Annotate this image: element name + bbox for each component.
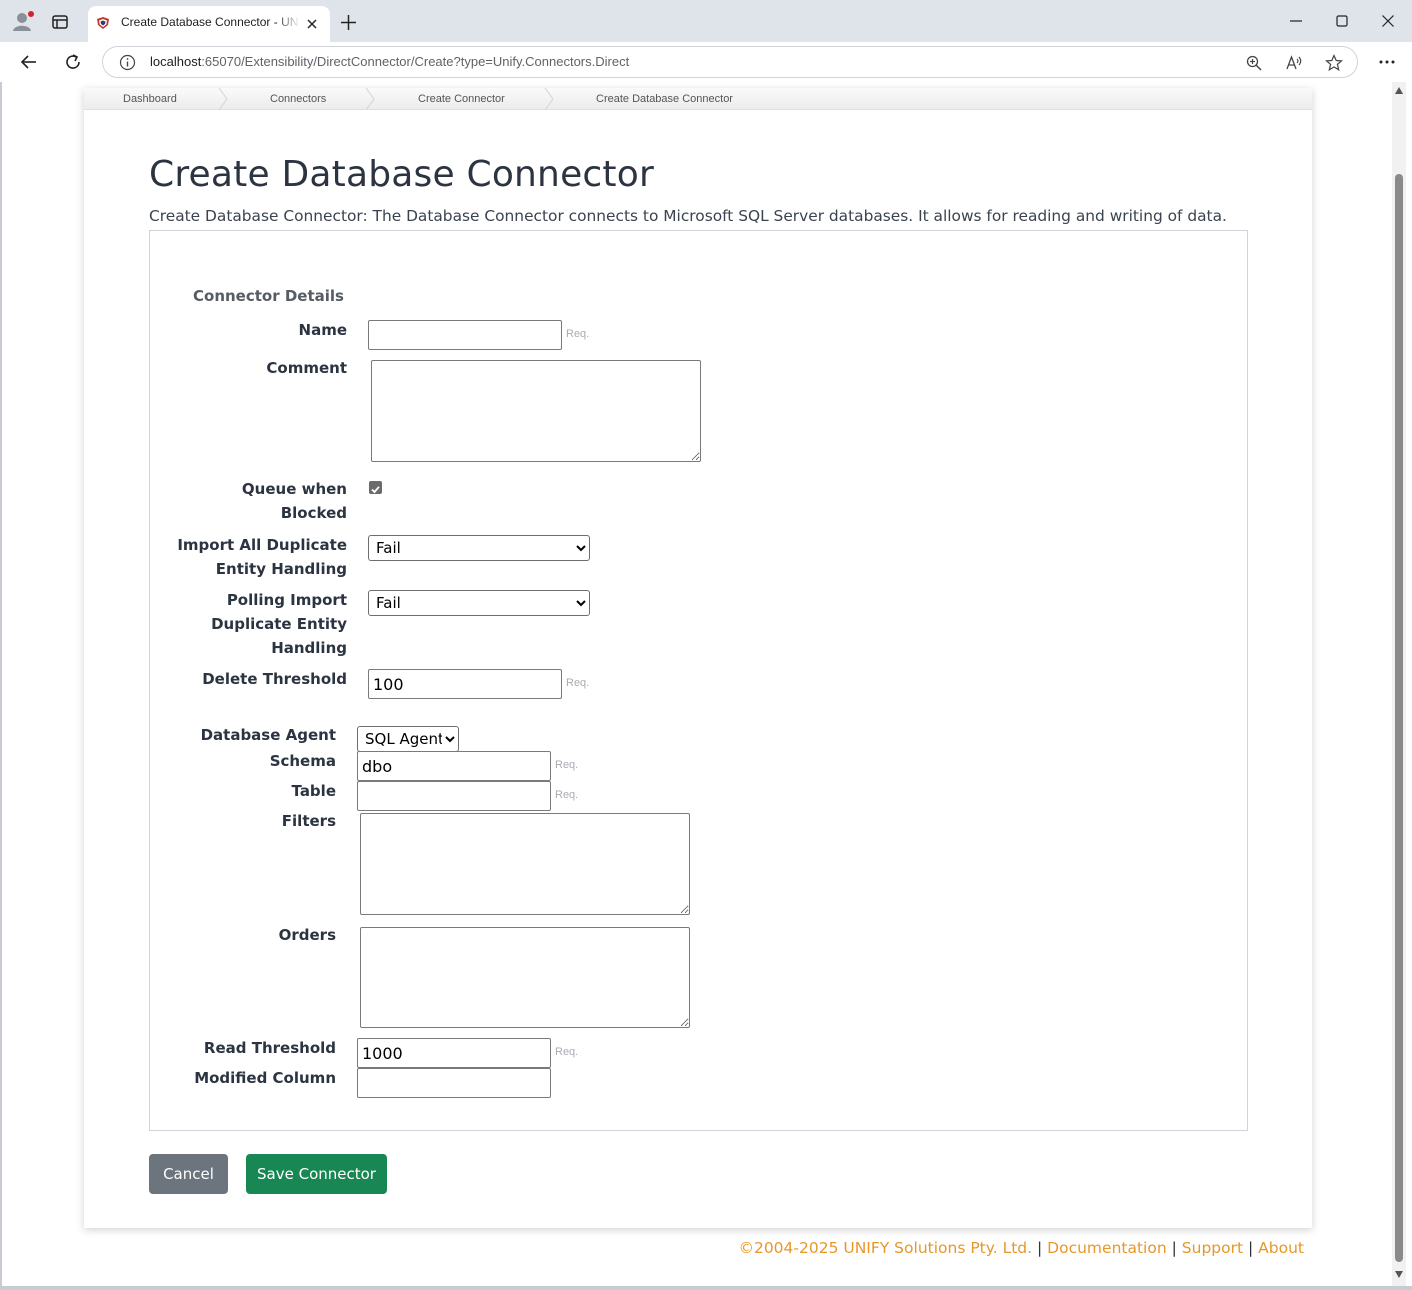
modified-column-label: Modified Column	[194, 1069, 336, 1087]
tab-title-fade	[276, 12, 300, 34]
window-edge	[0, 82, 2, 1288]
page-description: Create Database Connector: The Database …	[149, 207, 1227, 225]
tab-title: Create Database Connector - UNIFY	[121, 15, 299, 29]
browser-title-bar: Create Database Connector - UNIFY	[0, 0, 1412, 42]
footer-separator: |	[1248, 1239, 1254, 1257]
database-agent-label: Database Agent	[200, 726, 336, 744]
address-bar[interactable]: localhost:65070/Extensibility/DirectConn…	[102, 46, 1358, 78]
breadcrumb-separator	[365, 88, 375, 110]
checkmark-icon	[371, 486, 380, 494]
scroll-up-arrow-icon[interactable]	[1395, 87, 1403, 94]
maximize-icon[interactable]	[1333, 12, 1351, 30]
connector-form: Connector Details Name Req. Comment Queu…	[149, 230, 1248, 1131]
queue-label-line1: Queue when	[241, 480, 347, 498]
import-label-line1: Import All Duplicate	[177, 536, 347, 554]
browser-toolbar: localhost:65070/Extensibility/DirectConn…	[0, 42, 1412, 82]
polling-duplicate-label: Polling Import Duplicate Entity Handling	[170, 588, 347, 660]
orders-textarea[interactable]	[360, 927, 690, 1028]
filters-label: Filters	[281, 812, 336, 830]
browser-tab[interactable]: Create Database Connector - UNIFY	[88, 6, 330, 42]
breadcrumb-separator	[544, 88, 554, 110]
read-threshold-input[interactable]	[357, 1038, 551, 1068]
scroll-thumb[interactable]	[1395, 174, 1403, 1262]
polling-duplicate-select[interactable]: Fail	[368, 590, 590, 616]
comment-textarea[interactable]	[371, 360, 701, 462]
modified-column-input[interactable]	[357, 1068, 551, 1098]
orders-label: Orders	[278, 926, 336, 944]
new-tab-icon[interactable]	[340, 14, 357, 31]
vertical-scrollbar[interactable]	[1392, 82, 1406, 1288]
delete-threshold-required-hint: Req.	[566, 677, 590, 689]
save-connector-button[interactable]: Save Connector	[246, 1154, 387, 1194]
profile-icon[interactable]	[12, 10, 34, 32]
breadcrumb-separator	[218, 88, 228, 110]
table-label: Table	[291, 782, 336, 800]
queue-when-blocked-checkbox[interactable]	[369, 481, 382, 494]
favorite-icon[interactable]	[1325, 54, 1343, 72]
comment-label: Comment	[266, 359, 347, 377]
breadcrumb-current: Create Database Connector	[596, 93, 733, 105]
minimize-icon[interactable]	[1287, 12, 1305, 30]
read-threshold-label: Read Threshold	[203, 1039, 336, 1057]
delete-threshold-label: Delete Threshold	[202, 670, 347, 688]
database-agent-select[interactable]: SQL Agent	[357, 726, 459, 752]
read-aloud-icon[interactable]	[1285, 54, 1303, 72]
zoom-icon[interactable]	[1245, 54, 1263, 72]
table-required-hint: Req.	[555, 789, 579, 801]
schema-label: Schema	[269, 752, 336, 770]
footer: ©2004-2025 UNIFY Solutions Pty. Ltd. | D…	[738, 1239, 1304, 1257]
import-duplicate-select[interactable]: Fail	[368, 535, 590, 561]
queue-when-blocked-label: Queue when Blocked	[190, 477, 347, 525]
breadcrumb-connectors[interactable]: Connectors	[270, 93, 326, 105]
breadcrumb-dashboard[interactable]: Dashboard	[123, 93, 177, 105]
schema-required-hint: Req.	[555, 759, 579, 771]
polling-label-line3: Handling	[271, 639, 347, 657]
name-label: Name	[298, 321, 347, 339]
page-title: Create Database Connector	[149, 154, 654, 195]
refresh-icon[interactable]	[63, 52, 83, 72]
breadcrumb: Dashboard Connectors Create Connector Cr…	[84, 88, 1312, 110]
back-icon[interactable]	[19, 52, 39, 72]
close-tab-icon[interactable]	[305, 17, 319, 31]
scroll-down-arrow-icon[interactable]	[1395, 1271, 1403, 1278]
name-input[interactable]	[368, 320, 562, 350]
window-bottom-edge	[0, 1286, 1412, 1290]
more-icon[interactable]	[1377, 52, 1397, 72]
url-text[interactable]: localhost:65070/Extensibility/DirectConn…	[150, 54, 629, 69]
info-icon[interactable]	[119, 54, 136, 71]
url-path: :65070/Extensibility/DirectConnector/Cre…	[201, 54, 630, 69]
cancel-button[interactable]: Cancel	[149, 1154, 228, 1194]
import-duplicate-label: Import All Duplicate Entity Handling	[170, 533, 347, 581]
footer-separator: |	[1037, 1239, 1043, 1257]
delete-threshold-input[interactable]	[368, 669, 562, 699]
content-card: Dashboard Connectors Create Connector Cr…	[84, 88, 1312, 1228]
queue-label-line2: Blocked	[280, 504, 347, 522]
import-label-line2: Entity Handling	[215, 560, 347, 578]
footer-support-link[interactable]: Support	[1182, 1239, 1243, 1257]
footer-documentation-link[interactable]: Documentation	[1047, 1239, 1167, 1257]
name-required-hint: Req.	[566, 328, 590, 340]
close-window-icon[interactable]	[1379, 12, 1397, 30]
breadcrumb-create-connector[interactable]: Create Connector	[418, 93, 505, 105]
footer-about-link[interactable]: About	[1258, 1239, 1304, 1257]
section-title: Connector Details	[193, 287, 344, 305]
polling-label-line2: Duplicate Entity	[211, 615, 347, 633]
url-host: localhost	[150, 54, 202, 69]
footer-separator: |	[1171, 1239, 1177, 1257]
schema-input[interactable]	[357, 751, 551, 781]
table-input[interactable]	[357, 781, 551, 811]
filters-textarea[interactable]	[360, 813, 690, 915]
footer-copyright-link[interactable]: ©2004-2025 UNIFY Solutions Pty. Ltd.	[738, 1239, 1032, 1257]
tab-actions-icon[interactable]	[52, 14, 68, 30]
app-favicon	[97, 17, 109, 29]
polling-label-line1: Polling Import	[226, 591, 347, 609]
read-threshold-required-hint: Req.	[555, 1046, 579, 1058]
